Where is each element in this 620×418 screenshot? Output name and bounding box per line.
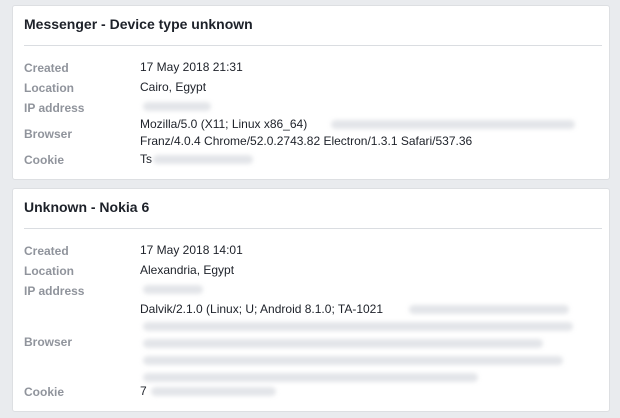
browser-redacted [143,339,543,348]
ip-address-label: IP address [24,101,85,115]
divider [24,45,602,46]
location-label: Location [24,264,74,278]
cookie-value: Ts [140,152,152,166]
location-label: Location [24,81,74,95]
created-label: Created [24,61,69,75]
session-title: Unknown - Nokia 6 [24,199,150,215]
cookie-value: 7 [140,384,147,398]
browser-value-line1: Dalvik/2.1.0 (Linux; U; Android 8.1.0; T… [140,302,384,316]
location-value: Cairo, Egypt [140,80,207,94]
ip-address-label: IP address [24,284,85,298]
session-card: Unknown - Nokia 6 Created 17 May 2018 14… [12,188,610,412]
browser-redacted [143,373,478,382]
browser-redacted [409,305,569,314]
ip-address-redacted [143,285,203,294]
browser-label: Browser [24,127,73,141]
cookie-redacted [151,387,276,396]
created-value: 17 May 2018 14:01 [140,243,243,257]
cookie-redacted [153,155,253,164]
browser-label: Browser [24,335,73,349]
session-card: Messenger - Device type unknown Created … [12,5,610,180]
session-title: Messenger - Device type unknown [24,16,253,32]
created-value: 17 May 2018 21:31 [140,60,243,74]
location-value: Alexandria, Egypt [140,263,235,277]
cookie-label: Cookie [24,153,65,167]
browser-value-line2: Franz/4.0.4 Chrome/52.0.2743.82 Electron… [140,134,473,148]
browser-redacted [143,356,563,365]
browser-value-line1: Mozilla/5.0 (X11; Linux x86_64) [140,117,308,131]
divider [24,228,602,229]
ip-address-redacted [143,102,211,111]
browser-redacted [143,322,573,331]
cookie-label: Cookie [24,385,65,399]
browser-redacted [331,120,575,129]
created-label: Created [24,244,69,258]
